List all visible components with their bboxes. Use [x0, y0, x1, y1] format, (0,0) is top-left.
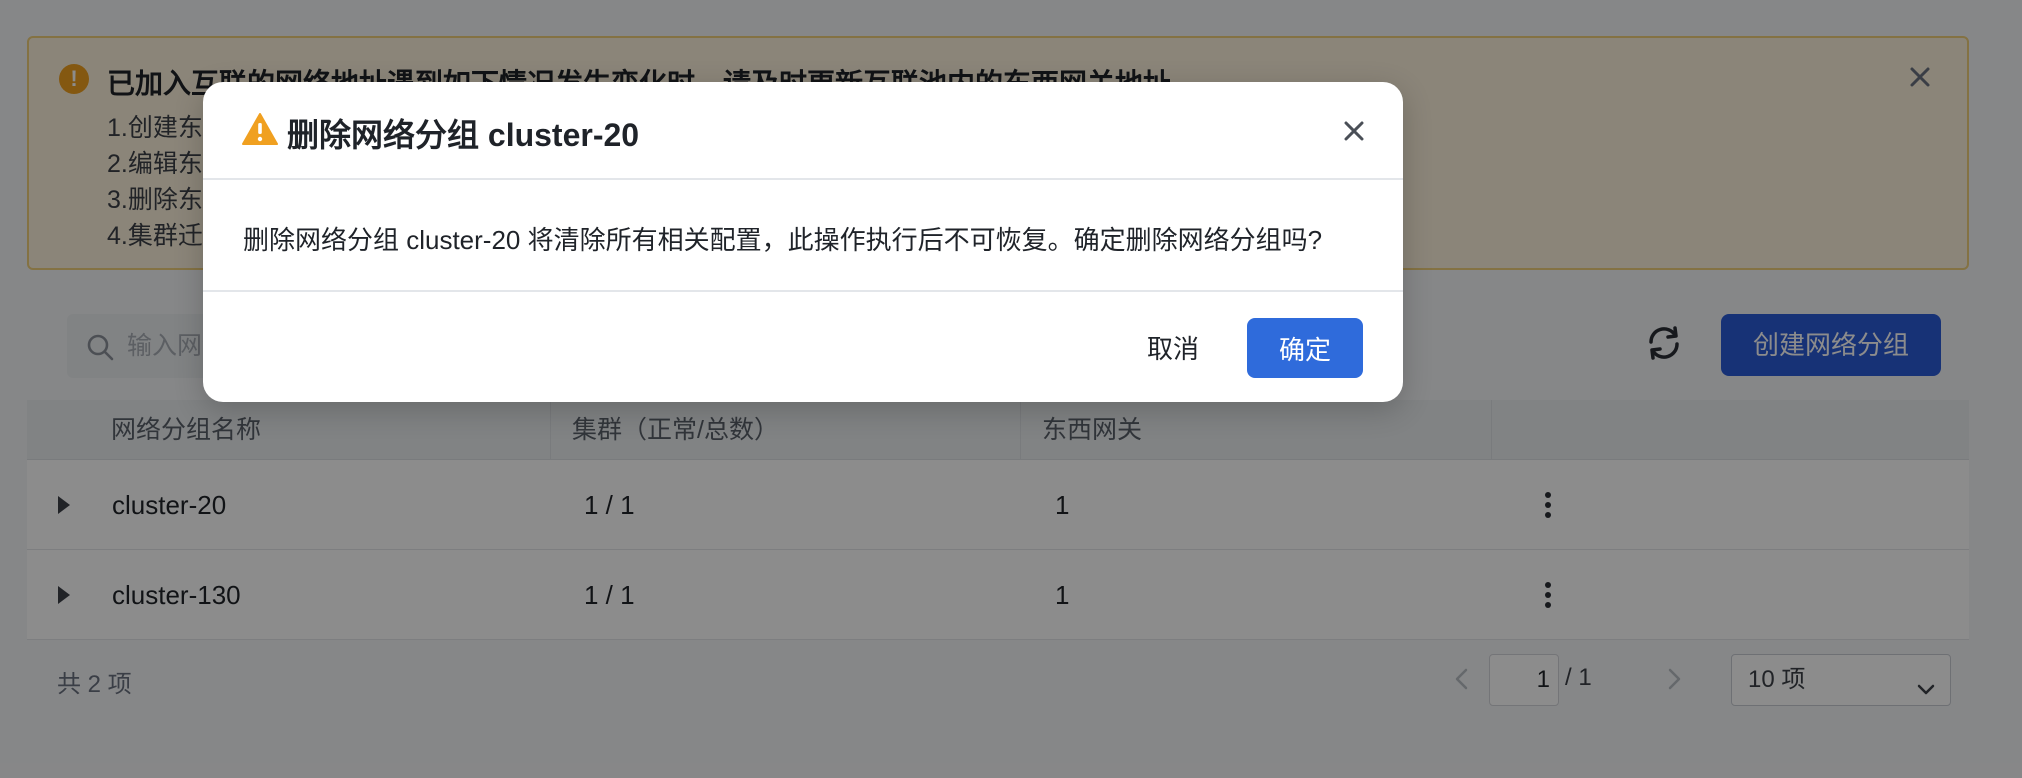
dialog-header: 删除网络分组 cluster-20: [203, 82, 1403, 180]
cancel-button[interactable]: 取消: [1123, 318, 1223, 376]
dialog-body: 删除网络分组 cluster-20 将清除所有相关配置，此操作执行后不可恢复。确…: [203, 182, 1403, 292]
dialog-title: 删除网络分组 cluster-20: [287, 117, 640, 153]
confirm-button[interactable]: 确定: [1247, 318, 1363, 378]
close-icon[interactable]: [1339, 116, 1369, 146]
delete-confirm-dialog: 删除网络分组 cluster-20 删除网络分组 cluster-20 将清除所…: [203, 82, 1403, 402]
warning-icon: [241, 112, 279, 146]
dialog-message: 删除网络分组 cluster-20 将清除所有相关配置，此操作执行后不可恢复。确…: [243, 225, 1323, 255]
